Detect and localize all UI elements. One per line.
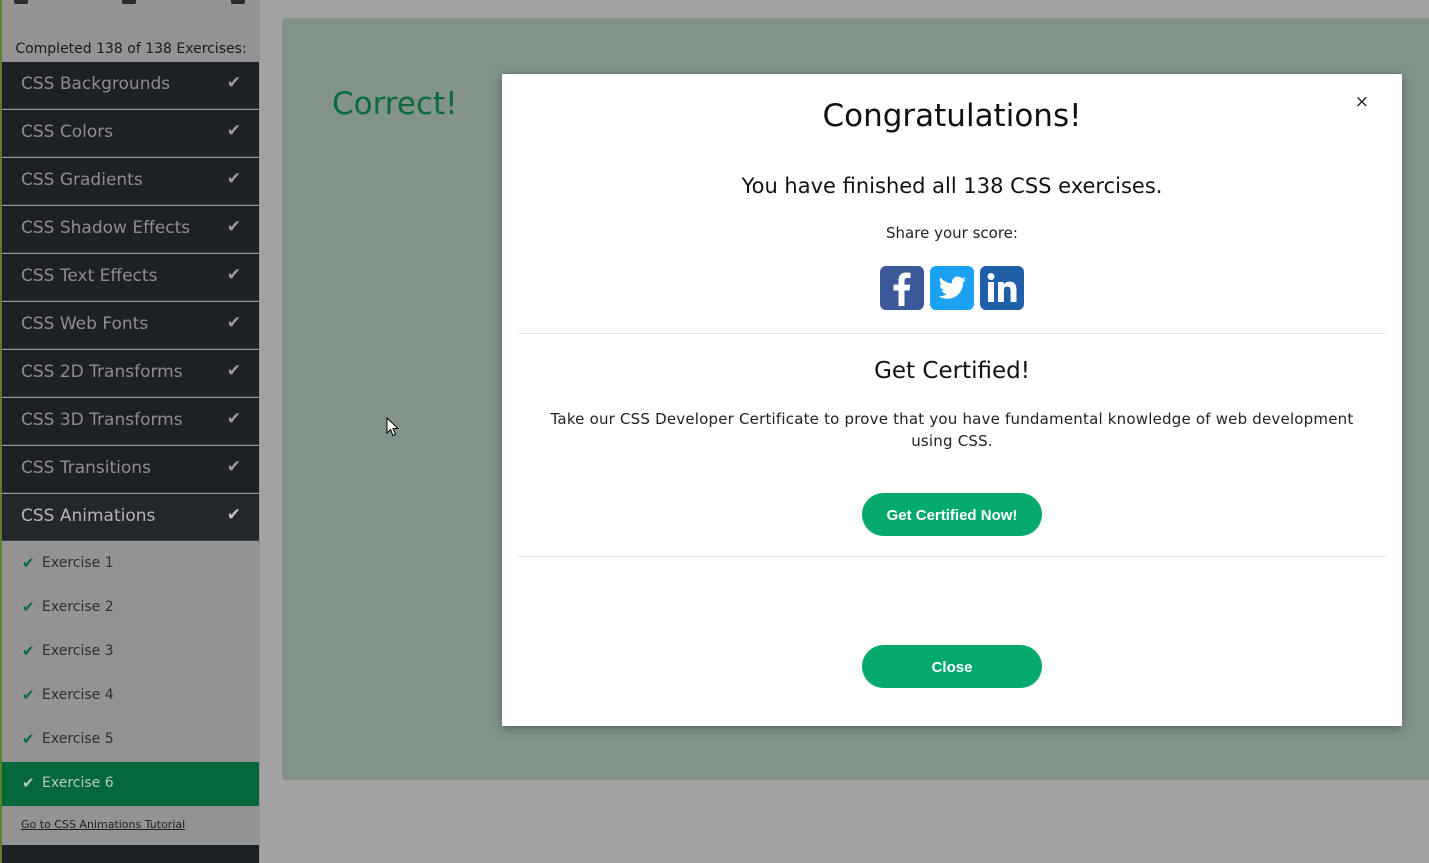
sidebar-item-css-text-effects[interactable]: CSS Text Effects ✔ bbox=[2, 254, 259, 301]
sidebar-item-label: CSS Gradients bbox=[21, 170, 143, 190]
exercise-item-3[interactable]: ✔ Exercise 3 bbox=[2, 630, 259, 674]
sidebar-item-css-3d-transforms[interactable]: CSS 3D Transforms ✔ bbox=[2, 398, 259, 445]
sidebar: Completed 138 of 138 Exercises: CSS Back… bbox=[0, 0, 260, 863]
exercise-label: Exercise 4 bbox=[42, 687, 114, 703]
sidebar-item-css-web-fonts[interactable]: CSS Web Fonts ✔ bbox=[2, 302, 259, 349]
checkmark-icon: ✔ bbox=[226, 265, 241, 285]
congratulations-modal: × Congratulations! You have finished all… bbox=[502, 74, 1402, 726]
sidebar-toolbar bbox=[0, 0, 260, 10]
checkmark-icon: ✔ bbox=[22, 774, 35, 792]
twitter-icon[interactable] bbox=[930, 266, 974, 310]
sidebar-item-label: CSS Shadow Effects bbox=[21, 218, 191, 238]
sidebar-item-css-colors[interactable]: CSS Colors ✔ bbox=[2, 110, 259, 157]
checkmark-icon: ✔ bbox=[22, 686, 35, 704]
sidebar-item-css-shadow-effects[interactable]: CSS Shadow Effects ✔ bbox=[2, 206, 259, 253]
exercise-label: Exercise 5 bbox=[42, 731, 114, 747]
sidebar-item-label: CSS Colors bbox=[21, 122, 114, 142]
checkmark-icon: ✔ bbox=[226, 217, 241, 237]
checkmark-icon: ✔ bbox=[226, 73, 241, 93]
checkmark-icon: ✔ bbox=[22, 598, 35, 616]
checkmark-icon: ✔ bbox=[226, 169, 241, 189]
exercise-label: Exercise 6 bbox=[42, 775, 114, 791]
facebook-icon[interactable] bbox=[880, 266, 924, 310]
exercise-item-1[interactable]: ✔ Exercise 1 bbox=[2, 542, 259, 586]
share-label: Share your score: bbox=[886, 224, 1018, 242]
checkmark-icon: ✔ bbox=[22, 642, 35, 660]
exercise-item-2[interactable]: ✔ Exercise 2 bbox=[2, 586, 259, 630]
exercise-label: Exercise 1 bbox=[42, 555, 114, 571]
checkmark-icon: ✔ bbox=[22, 554, 35, 572]
sidebar-item-label: CSS 3D Transforms bbox=[21, 410, 183, 430]
exercise-item-5[interactable]: ✔ Exercise 5 bbox=[2, 718, 259, 762]
sidebar-item-label: CSS Backgrounds bbox=[21, 74, 171, 94]
checkmark-icon: ✔ bbox=[226, 313, 241, 333]
checkmark-icon: ✔ bbox=[22, 730, 35, 748]
progress-text: Completed 138 of 138 Exercises: bbox=[15, 41, 247, 57]
sidebar-item-css-backgrounds[interactable]: CSS Backgrounds ✔ bbox=[2, 62, 259, 109]
sidebar-item-label: CSS Web Fonts bbox=[21, 314, 149, 334]
sidebar-item-label: CSS Text Effects bbox=[21, 266, 158, 286]
result-message: Correct! bbox=[332, 86, 458, 122]
get-certified-button[interactable]: Get Certified Now! bbox=[862, 493, 1042, 536]
exercise-item-6[interactable]: ✔ Exercise 6 bbox=[2, 762, 259, 806]
home-icon[interactable] bbox=[14, 0, 28, 4]
certification-heading: Get Certified! bbox=[874, 358, 1030, 384]
checkmark-icon: ✔ bbox=[226, 505, 241, 525]
linkedin-icon[interactable] bbox=[980, 266, 1024, 310]
exercise-label: Exercise 3 bbox=[42, 643, 114, 659]
sidebar-item-css-animations[interactable]: CSS Animations ✔ bbox=[2, 494, 259, 541]
exercise-label: Exercise 2 bbox=[42, 599, 114, 615]
checkmark-icon: ✔ bbox=[226, 121, 241, 141]
modal-divider bbox=[518, 556, 1386, 557]
menu-icon[interactable] bbox=[122, 0, 136, 4]
modal-divider bbox=[518, 333, 1386, 334]
checkmark-icon: ✔ bbox=[226, 409, 241, 429]
checkmark-icon: ✔ bbox=[226, 457, 241, 477]
tutorial-link[interactable]: Go to CSS Animations Tutorial bbox=[21, 818, 185, 831]
mouse-cursor-icon bbox=[386, 417, 400, 437]
sidebar-item-css-2d-transforms[interactable]: CSS 2D Transforms ✔ bbox=[2, 350, 259, 397]
close-icon[interactable] bbox=[231, 0, 245, 4]
certification-description: Take our CSS Developer Certificate to pr… bbox=[550, 410, 1354, 450]
finished-message: You have finished all 138 CSS exercises. bbox=[741, 174, 1163, 198]
modal-title: Congratulations! bbox=[822, 98, 1082, 134]
sidebar-item-label: CSS Transitions bbox=[21, 458, 151, 478]
sidebar-item-label: CSS Animations bbox=[21, 506, 156, 526]
exercise-item-4[interactable]: ✔ Exercise 4 bbox=[2, 674, 259, 718]
sidebar-item-css-gradients[interactable]: CSS Gradients ✔ bbox=[2, 158, 259, 205]
close-button[interactable]: Close bbox=[862, 645, 1042, 688]
sidebar-footer bbox=[2, 845, 259, 863]
sidebar-item-label: CSS 2D Transforms bbox=[21, 362, 183, 382]
sidebar-item-css-transitions[interactable]: CSS Transitions ✔ bbox=[2, 446, 259, 493]
checkmark-icon: ✔ bbox=[226, 361, 241, 381]
